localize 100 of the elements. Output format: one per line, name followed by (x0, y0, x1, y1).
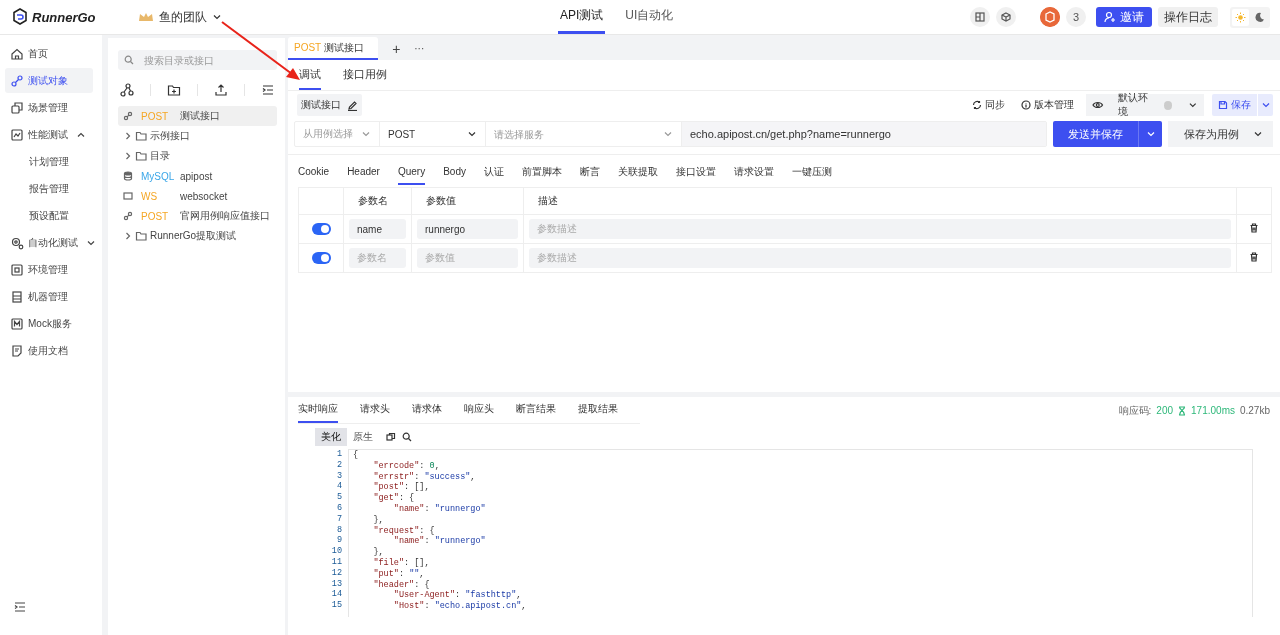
folder-item[interactable]: 目录 (118, 146, 277, 166)
code-line: "request": { (372, 525, 436, 536)
folder-icon (135, 130, 147, 142)
layout-icon[interactable] (975, 12, 985, 22)
nav-item[interactable]: Mock服务 (5, 311, 93, 336)
tab[interactable]: 认证 (484, 160, 504, 185)
eye-icon (1092, 100, 1104, 110)
copy-icon[interactable] (386, 432, 396, 442)
api-item[interactable]: POST 测试接口 (118, 106, 277, 126)
line-number: 12 (330, 567, 342, 579)
nav-item[interactable]: 环境管理 (5, 257, 93, 282)
tab[interactable]: 前置脚本 (522, 160, 562, 185)
response-time: 171.00ms (1191, 405, 1235, 416)
nav-item[interactable]: 自动化测试 (5, 230, 93, 255)
pencil-icon (347, 99, 358, 111)
nav-item[interactable]: 测试对象 (5, 68, 93, 93)
line-number: 15 (330, 600, 342, 611)
request-name[interactable]: 测试接口 (297, 94, 362, 116)
tab[interactable]: 一键压测 (792, 160, 832, 185)
status-code: 200 (1156, 405, 1174, 416)
chevron-down-icon (1145, 129, 1156, 139)
chart-icon (10, 127, 24, 142)
toggle-switch[interactable] (311, 223, 331, 236)
tab[interactable]: 接口用例 (343, 60, 387, 90)
team-selector[interactable]: 鱼的团队 (131, 7, 228, 27)
add-folder-icon[interactable] (167, 83, 181, 97)
tab[interactable]: 断言结果 (516, 397, 556, 423)
more-button[interactable]: ··· (410, 37, 429, 60)
search-input[interactable]: 搜索目录或接口 (144, 54, 264, 66)
tab[interactable]: Query (397, 160, 426, 185)
operation-log-button[interactable]: 操作日志 (1158, 7, 1218, 27)
status-label: 响应码: (1118, 403, 1152, 418)
tab[interactable]: 请求体 (412, 397, 442, 423)
add-tab-button[interactable]: + (382, 37, 411, 60)
import-icon[interactable] (214, 83, 228, 97)
param-value-field[interactable]: runnergo (417, 219, 518, 239)
code-line: }, (372, 514, 385, 526)
column-header: 参数值 (426, 195, 456, 206)
sync-button[interactable]: 同步 (968, 98, 1009, 112)
share-nodes-icon[interactable] (120, 83, 134, 97)
tab[interactable]: 请求头 (360, 397, 390, 423)
link-icon (123, 211, 133, 221)
square-icon (10, 262, 24, 277)
collapse-menu-icon[interactable] (14, 601, 26, 613)
api-item[interactable]: MySQL apipost (118, 166, 277, 186)
code-line: "name": "runnergo" (392, 504, 487, 515)
hourglass-icon (1178, 405, 1187, 416)
nav-item[interactable]: 首页 (5, 41, 93, 66)
search-icon[interactable] (402, 432, 412, 442)
tab[interactable]: 请求设置 (734, 160, 774, 185)
save-icon (1218, 100, 1228, 110)
tab[interactable]: 提取结果 (578, 397, 618, 423)
nav-item[interactable]: 使用文档 (5, 338, 93, 363)
code-line: "post": [], (372, 482, 431, 493)
tab[interactable]: Cookie (298, 160, 330, 185)
sync-icon (972, 100, 982, 110)
version-button[interactable]: 版本管理 (1017, 98, 1078, 112)
folder-icon (135, 230, 147, 242)
api-item[interactable]: POST 官网用例响应值接口 (118, 206, 277, 226)
nav-subitem[interactable]: 预设配置 (5, 203, 93, 228)
document-icon (10, 343, 24, 358)
line-number: 14 (330, 589, 342, 601)
nav-item[interactable]: 性能测试 (5, 122, 93, 147)
tab[interactable]: 断言 (580, 160, 600, 185)
folder-item[interactable]: 示例接口 (118, 126, 277, 146)
environment-select[interactable]: 默认环境 (1086, 94, 1204, 116)
folder-item[interactable]: RunnerGo提取测试 (118, 226, 277, 246)
nav-item[interactable]: 场景管理 (5, 95, 93, 120)
nav-subitem[interactable]: 报告管理 (5, 176, 93, 201)
tab[interactable]: 实时响应 (298, 397, 338, 423)
tab[interactable]: Header (347, 160, 380, 185)
code-line: "put": "", (372, 568, 426, 580)
search-field[interactable]: 搜索目录或接口 (118, 50, 277, 70)
column-header: 描述 (538, 195, 558, 206)
member-count[interactable]: 3 (1066, 7, 1086, 27)
avatar[interactable] (1040, 7, 1060, 27)
trash-icon[interactable] (1249, 252, 1259, 262)
tab[interactable]: 关联提取 (618, 160, 658, 185)
request-tab[interactable]: POST 测试接口 (288, 37, 379, 60)
line-number: 8 (335, 524, 342, 536)
view-mode-tab[interactable]: 美化 (315, 428, 347, 446)
info-icon (1021, 100, 1031, 110)
folder-icon (135, 150, 147, 162)
nav-tab[interactable]: UI自动化 (623, 0, 676, 34)
cube-icon[interactable] (1001, 12, 1011, 22)
tab[interactable]: 接口设置 (676, 160, 716, 185)
param-name-field[interactable]: name (349, 219, 406, 239)
nav-subitem[interactable]: 计划管理 (5, 149, 93, 174)
indent-list-icon[interactable] (261, 83, 275, 97)
save-as-case-button[interactable]: 保存为用例 (1168, 121, 1273, 147)
tab[interactable]: 响应头 (464, 397, 494, 423)
trash-icon[interactable] (1249, 223, 1259, 233)
nav-item[interactable]: 机器管理 (5, 284, 93, 309)
api-item[interactable]: WS websocket (118, 186, 277, 206)
toggle-switch[interactable] (311, 252, 331, 265)
tab[interactable]: Body (443, 160, 466, 185)
column-header: 参数名 (358, 195, 388, 206)
link-icon (10, 73, 24, 88)
line-number: 5 (335, 492, 342, 503)
invite-button[interactable]: 邀请 (1096, 7, 1152, 27)
